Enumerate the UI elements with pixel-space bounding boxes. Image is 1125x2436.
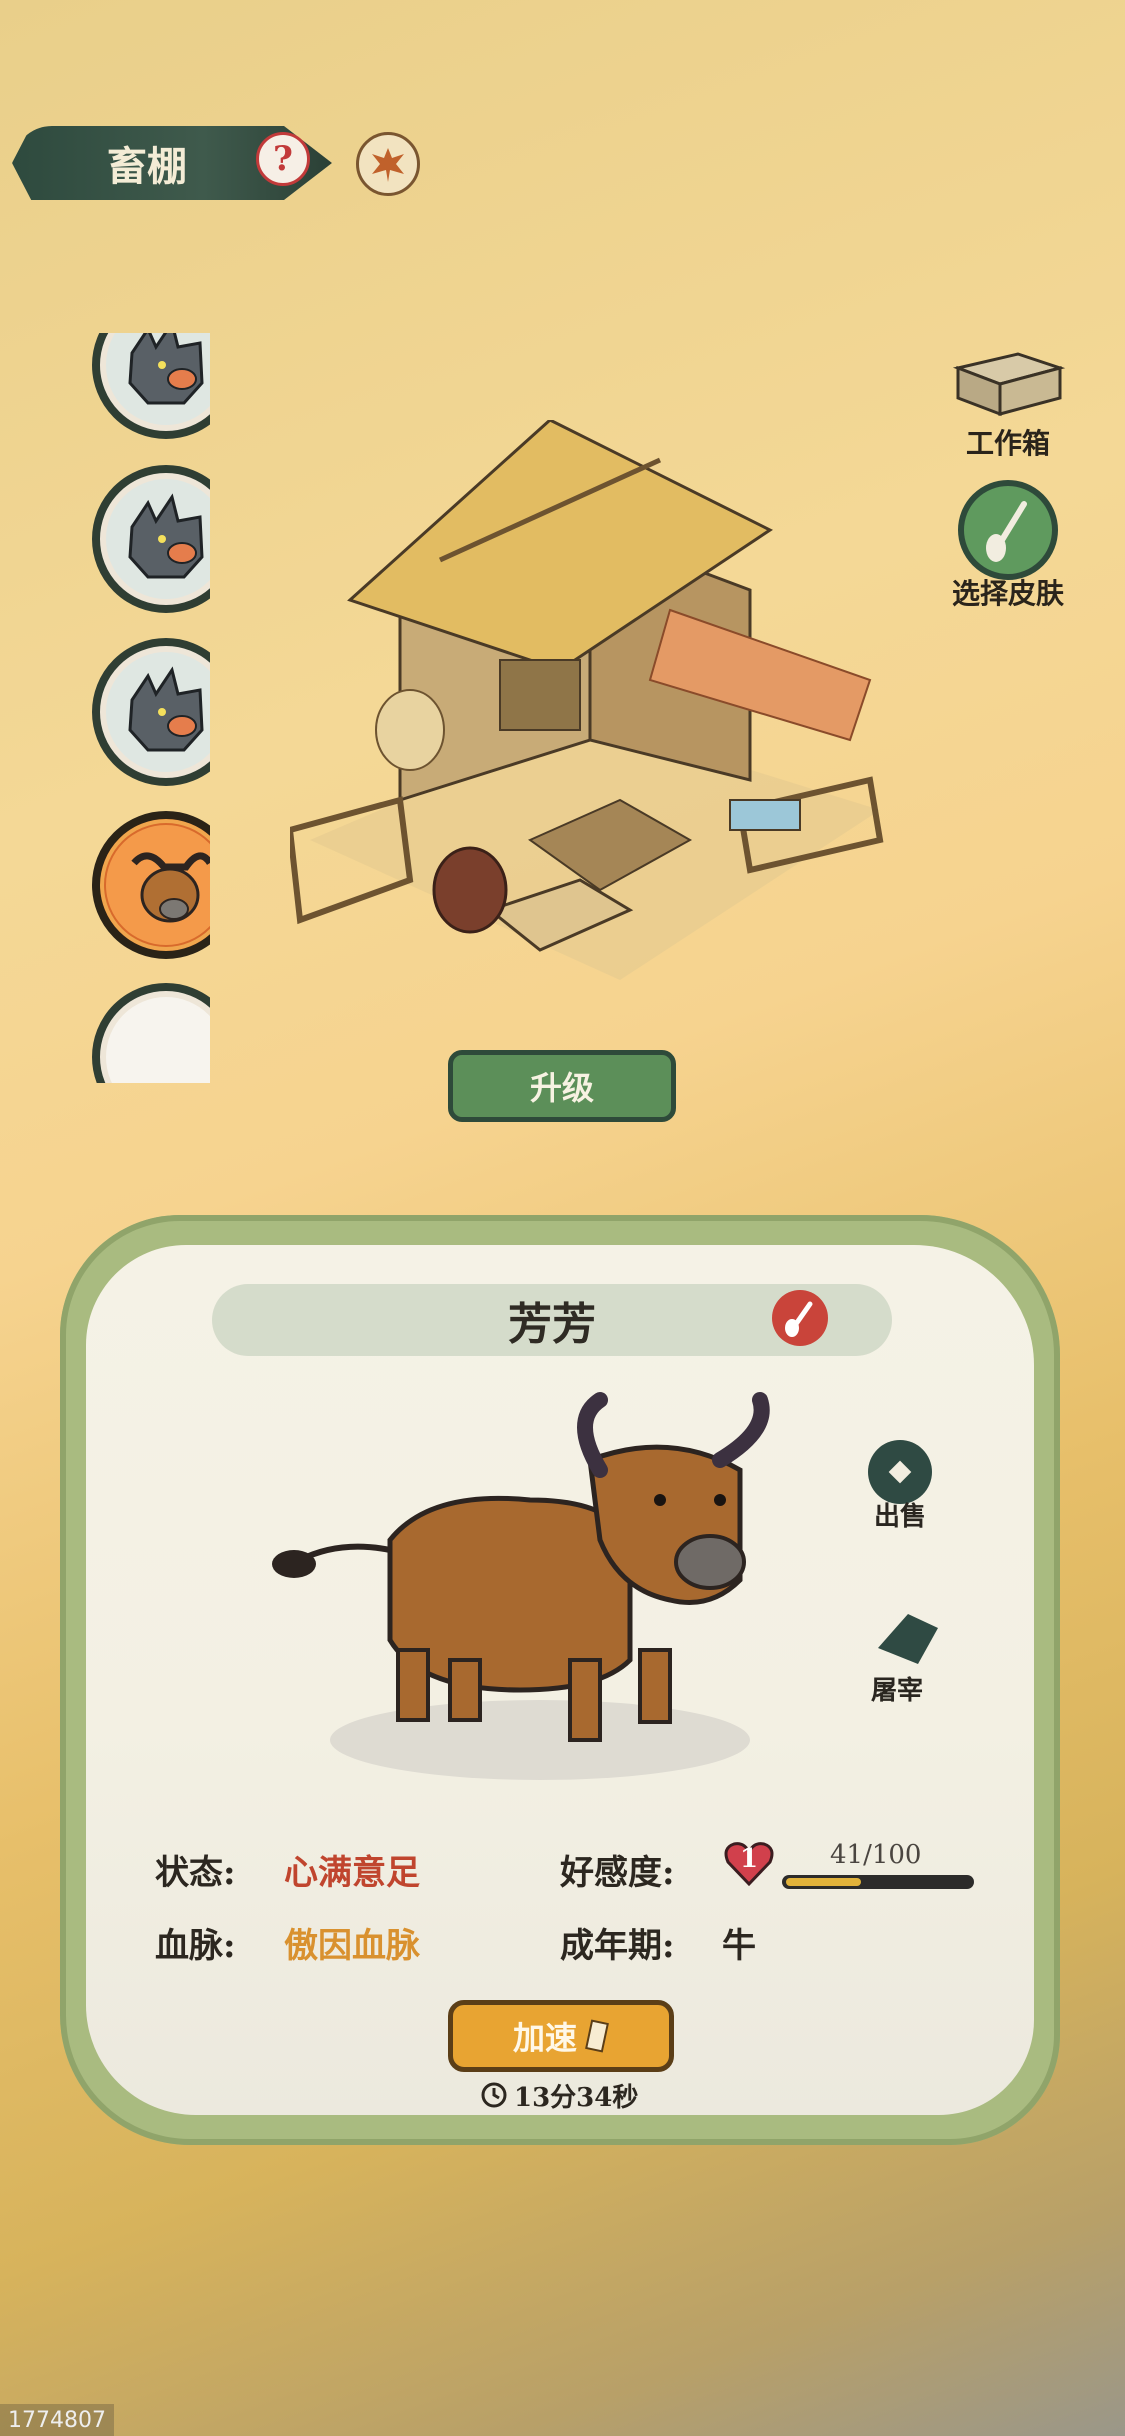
select-skin-label[interactable]: 选择皮肤 bbox=[938, 572, 1078, 612]
ox-icon bbox=[131, 852, 210, 923]
speedup-button[interactable]: 加速 bbox=[448, 2000, 674, 2072]
animal-avatar-boar[interactable] bbox=[92, 638, 210, 786]
sell-label[interactable]: 出售 bbox=[855, 1496, 945, 1533]
rename-brush-icon[interactable] bbox=[772, 1290, 828, 1346]
animal-avatar-empty-slot[interactable] bbox=[92, 983, 210, 1083]
cleaver-icon[interactable] bbox=[868, 1608, 940, 1668]
animal-avatar-boar[interactable] bbox=[92, 333, 210, 439]
animal-avatar-boar[interactable] bbox=[92, 465, 210, 613]
status-value: 心满意足 bbox=[284, 1853, 420, 1893]
adult-stage-label: 成年期: bbox=[560, 1926, 675, 1966]
workbox-icon[interactable] bbox=[948, 348, 1068, 420]
help-icon[interactable]: ? bbox=[256, 132, 310, 186]
workbox-label[interactable]: 工作箱 bbox=[938, 422, 1078, 462]
barn-illustration bbox=[290, 420, 884, 980]
ox-illustration bbox=[272, 1392, 770, 1780]
adult-stage-value: 牛 bbox=[722, 1926, 756, 1966]
coin-icon[interactable] bbox=[868, 1440, 932, 1504]
timer: 13分34秒 bbox=[480, 2078, 650, 2113]
speedup-label: 加速 bbox=[512, 2019, 577, 2057]
heart-icon: 1 bbox=[722, 1836, 776, 1890]
upgrade-button[interactable]: 升级 bbox=[448, 1050, 676, 1122]
watermark-id: 1774807 bbox=[0, 2404, 114, 2436]
affection-bar-fill bbox=[786, 1878, 861, 1886]
boar-icon bbox=[128, 333, 204, 405]
animal-list[interactable] bbox=[40, 333, 210, 1083]
bloodline-value: 傲因血脉 bbox=[284, 1926, 420, 1966]
building-title: 畜棚 bbox=[107, 143, 187, 190]
slaughter-label[interactable]: 屠宰 bbox=[852, 1670, 942, 1707]
phoenix-emblem-icon[interactable] bbox=[356, 132, 420, 196]
timer-text: 13分34秒 bbox=[514, 2082, 639, 2113]
affection-level: 1 bbox=[740, 1844, 759, 1874]
boar-icon bbox=[128, 493, 204, 579]
affection-label: 好感度: bbox=[560, 1853, 675, 1893]
bloodline-label: 血脉: bbox=[155, 1926, 236, 1966]
boar-icon bbox=[128, 666, 204, 752]
clock-icon bbox=[481, 2082, 507, 2108]
status-label: 状态: bbox=[155, 1853, 236, 1893]
animal-name: 芳芳 bbox=[508, 1299, 596, 1350]
scroll-icon bbox=[585, 2019, 609, 2053]
animal-avatar-ox-selected[interactable] bbox=[92, 811, 210, 959]
brush-icon bbox=[986, 501, 1027, 562]
affection-progress-text: 41/100 bbox=[830, 1840, 922, 1870]
select-skin-button[interactable] bbox=[958, 480, 1058, 580]
